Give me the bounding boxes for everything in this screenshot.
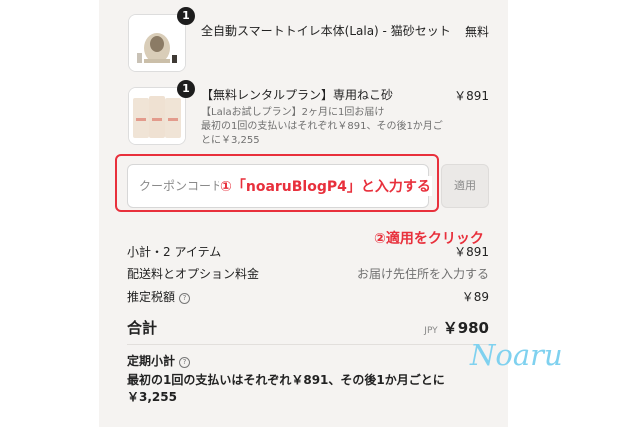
item-price: ￥891: [454, 89, 489, 103]
total-value-wrap: JPY ￥980: [424, 317, 489, 338]
quantity-badge: 1: [177, 7, 195, 25]
shipping-value: お届け先住所を入力する: [356, 267, 489, 281]
help-icon[interactable]: ?: [179, 293, 191, 304]
item-name: 全自動スマートトイレ本体(Lala) - 猫砂セット: [201, 24, 451, 38]
cat-litter-bags-image: [129, 88, 185, 144]
item-billing: 最初の1回の支払いはそれぞれ￥891、その後1か月ごとに￥3,255: [201, 121, 443, 146]
recurring-text: 最初の1回の支払いはそれぞれ￥891、その後1か月ごとに￥3,255: [127, 373, 445, 404]
recurring-label-wrap: 定期小計?: [127, 352, 191, 369]
recurring-label: 定期小計: [127, 354, 176, 368]
tax-label-wrap: 推定税額?: [127, 288, 191, 305]
product-thumbnail: [128, 87, 186, 145]
item-price: 無料: [464, 25, 489, 39]
quantity-badge: 1: [177, 80, 195, 98]
apply-coupon-button[interactable]: 適用: [441, 164, 489, 208]
subtotal-value: ￥891: [454, 245, 489, 259]
tax-label: 推定税額: [127, 290, 176, 304]
litter-box-image: [129, 15, 185, 71]
total-label: 合計: [127, 319, 158, 337]
product-thumbnail: [128, 14, 186, 72]
total-value: ￥980: [442, 319, 489, 337]
item-name: 【無料レンタルプラン】専用ねこ砂: [201, 88, 394, 102]
shipping-label: 配送料とオプション料金: [127, 267, 260, 281]
divider: [127, 344, 489, 345]
help-icon[interactable]: ?: [179, 357, 191, 368]
watermark: Noaru: [470, 338, 563, 372]
subtotal-label: 小計・2 アイテム: [127, 245, 222, 259]
tax-value: ￥89: [461, 290, 489, 304]
item-plan: 【Lalaお試しプラン】2ヶ月に1回お届け: [201, 107, 385, 118]
currency-code: JPY: [424, 326, 438, 336]
annotation-step1: ①「noaruBlogP4」と入力する: [219, 176, 432, 196]
